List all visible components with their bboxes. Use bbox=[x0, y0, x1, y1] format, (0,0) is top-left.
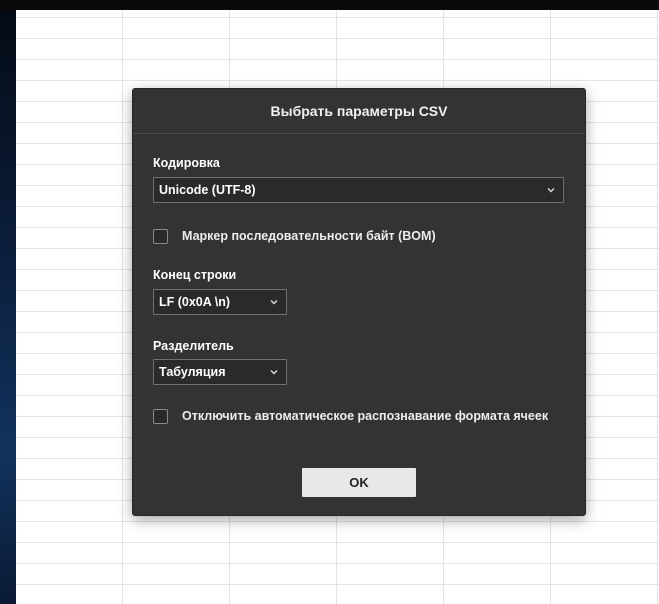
encoding-value: Unicode (UTF-8) bbox=[159, 183, 256, 197]
delimiter-select[interactable]: Табуляция bbox=[153, 359, 287, 385]
auto-format-checkbox[interactable] bbox=[153, 409, 168, 424]
delimiter-value: Табуляция bbox=[159, 365, 226, 379]
line-ending-select[interactable]: LF (0x0A \n) bbox=[153, 289, 287, 315]
line-ending-value: LF (0x0A \n) bbox=[159, 295, 231, 309]
encoding-select[interactable]: Unicode (UTF-8) bbox=[153, 177, 564, 203]
dialog-title: Выбрать параметры CSV bbox=[270, 103, 448, 119]
bom-checkbox[interactable] bbox=[153, 229, 168, 244]
bom-checkbox-row[interactable]: Маркер последовательности байт (BOM) bbox=[153, 227, 436, 246]
top-bar bbox=[0, 0, 659, 10]
chevron-down-icon bbox=[270, 370, 278, 375]
encoding-label: Кодировка bbox=[153, 156, 220, 170]
ok-button[interactable]: OK bbox=[302, 468, 416, 497]
chevron-down-icon bbox=[547, 188, 555, 193]
bom-checkbox-label: Маркер последовательности байт (BOM) bbox=[182, 229, 436, 243]
auto-format-checkbox-label: Отключить автоматическое распознавание ф… bbox=[182, 409, 549, 423]
auto-format-checkbox-row[interactable]: Отключить автоматическое распознавание ф… bbox=[153, 407, 553, 426]
delimiter-label: Разделитель bbox=[153, 339, 234, 353]
dialog-header: Выбрать параметры CSV bbox=[133, 89, 585, 134]
line-ending-label: Конец строки bbox=[153, 268, 237, 282]
chevron-down-icon bbox=[270, 300, 278, 305]
csv-options-dialog: Выбрать параметры CSV Кодировка Unicode … bbox=[132, 88, 586, 516]
